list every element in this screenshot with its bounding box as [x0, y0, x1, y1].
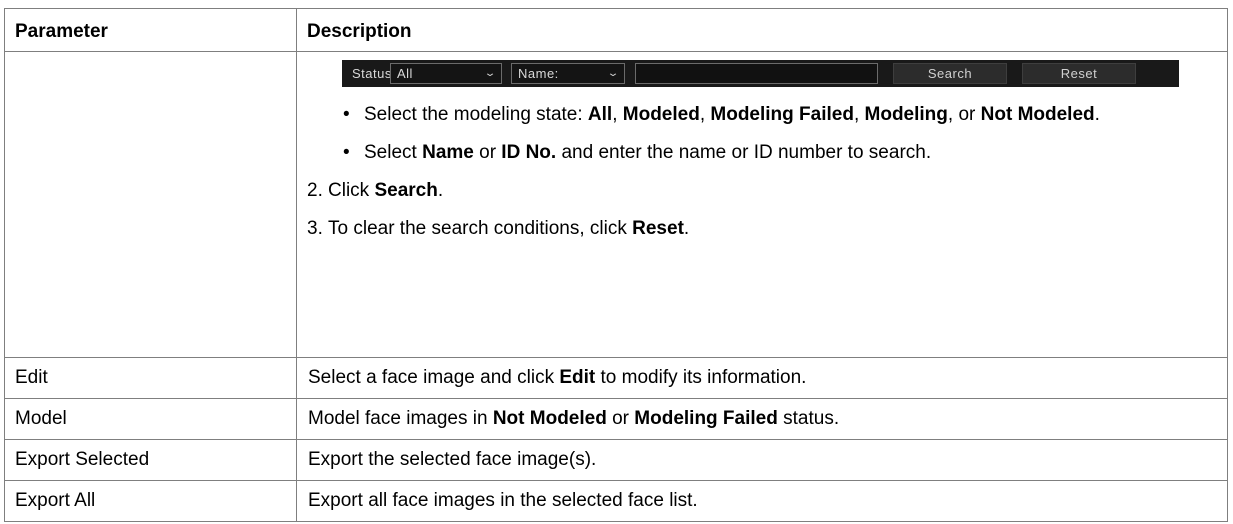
table-row: Export All Export all face images in the… — [4, 480, 1228, 522]
text-bold: Not Modeled — [492, 408, 607, 429]
text: to modify its information. — [595, 367, 807, 388]
table-row: Status All ⌄ Name: ⌄ Search Reset • Sele… — [4, 51, 1228, 358]
step-text: Click Search. — [328, 176, 443, 205]
desc-cell: Export all face images in the selected f… — [296, 480, 1228, 522]
table-row: Edit Select a face image and click Edit … — [4, 357, 1228, 399]
status-select: All ⌄ — [390, 63, 502, 84]
list-item: • Select the modeling state: All, Modele… — [307, 100, 1217, 129]
list-item: 3. To clear the search conditions, click… — [307, 214, 1217, 243]
text-bold: Modeling Failed — [634, 408, 778, 429]
list-item: 2. Click Search. — [307, 176, 1217, 205]
parameter-table: Parameter Description Status All ⌄ Name:… — [4, 8, 1228, 522]
text-bold: Search — [374, 180, 438, 201]
bullet-list: • Select the modeling state: All, Modele… — [307, 100, 1217, 167]
desc-cell: Select a face image and click Edit to mo… — [296, 357, 1228, 399]
reset-button: Reset — [1022, 63, 1136, 84]
desc-cell: Status All ⌄ Name: ⌄ Search Reset • Sele… — [296, 51, 1228, 358]
text: or — [473, 142, 502, 163]
text: , — [699, 104, 711, 125]
search-button: Search — [893, 63, 1007, 84]
header-description: Description — [296, 8, 1228, 52]
status-select-value: All — [397, 66, 413, 81]
text-bold: All — [587, 104, 613, 125]
bullet-icon: • — [343, 142, 350, 163]
table-row: Model Model face images in Not Modeled o… — [4, 398, 1228, 440]
step-number: 2. — [307, 180, 323, 201]
list-item: • Select Name or ID No. and enter the na… — [307, 138, 1217, 167]
desc-cell: Export the selected face image(s). — [296, 439, 1228, 481]
param-cell: Export All — [4, 480, 297, 522]
param-cell: Model — [4, 398, 297, 440]
name-select: Name: ⌄ — [511, 63, 625, 84]
text: Select the modeling state: — [364, 104, 588, 125]
text: and enter the name or ID number to searc… — [556, 142, 932, 163]
text: , — [612, 104, 623, 125]
text: , — [853, 104, 865, 125]
text: Model face images in — [308, 408, 493, 429]
text: . — [437, 180, 444, 201]
text-bold: Modeled — [622, 104, 700, 125]
param-cell: Edit — [4, 357, 297, 399]
table-header-row: Parameter Description — [4, 8, 1228, 52]
text: To clear the search conditions, click — [328, 218, 633, 239]
text: . — [683, 218, 690, 239]
text: Click — [328, 180, 375, 201]
text: , or — [947, 104, 981, 125]
search-bar-screenshot: Status All ⌄ Name: ⌄ Search Reset — [342, 60, 1179, 87]
text-bold: Modeling — [864, 104, 948, 125]
bullet-text: Select the modeling state: All, Modeled,… — [364, 100, 1214, 129]
step-text: To clear the search conditions, click Re… — [328, 214, 689, 243]
text-bold: Not Modeled — [980, 104, 1095, 125]
text: Select — [364, 142, 423, 163]
text: Export the selected face image(s). — [308, 449, 597, 470]
text-bold: Modeling Failed — [710, 104, 854, 125]
bullet-text: Select Name or ID No. and enter the name… — [364, 138, 1214, 167]
search-input — [635, 63, 878, 84]
text-bold: Reset — [632, 218, 684, 239]
text-bold: Name — [422, 142, 474, 163]
text: Select a face image and click — [308, 367, 560, 388]
param-cell: Export Selected — [4, 439, 297, 481]
text: or — [606, 408, 635, 429]
text: Export all face images in the selected f… — [308, 490, 698, 511]
chevron-down-icon: ⌄ — [483, 68, 498, 79]
param-cell — [4, 51, 297, 358]
text: status. — [777, 408, 840, 429]
text: . — [1094, 104, 1100, 125]
status-label: Status — [352, 66, 392, 81]
step-number: 3. — [307, 218, 323, 239]
table-row: Export Selected Export the selected face… — [4, 439, 1228, 481]
text-bold: ID No. — [501, 142, 557, 163]
step-list: 2. Click Search. 3. To clear the search … — [307, 176, 1217, 243]
name-select-value: Name: — [518, 66, 559, 81]
chevron-down-icon: ⌄ — [606, 68, 621, 79]
header-parameter: Parameter — [4, 8, 297, 52]
desc-cell: Model face images in Not Modeled or Mode… — [296, 398, 1228, 440]
bullet-icon: • — [343, 104, 350, 125]
text-bold: Edit — [559, 367, 596, 388]
